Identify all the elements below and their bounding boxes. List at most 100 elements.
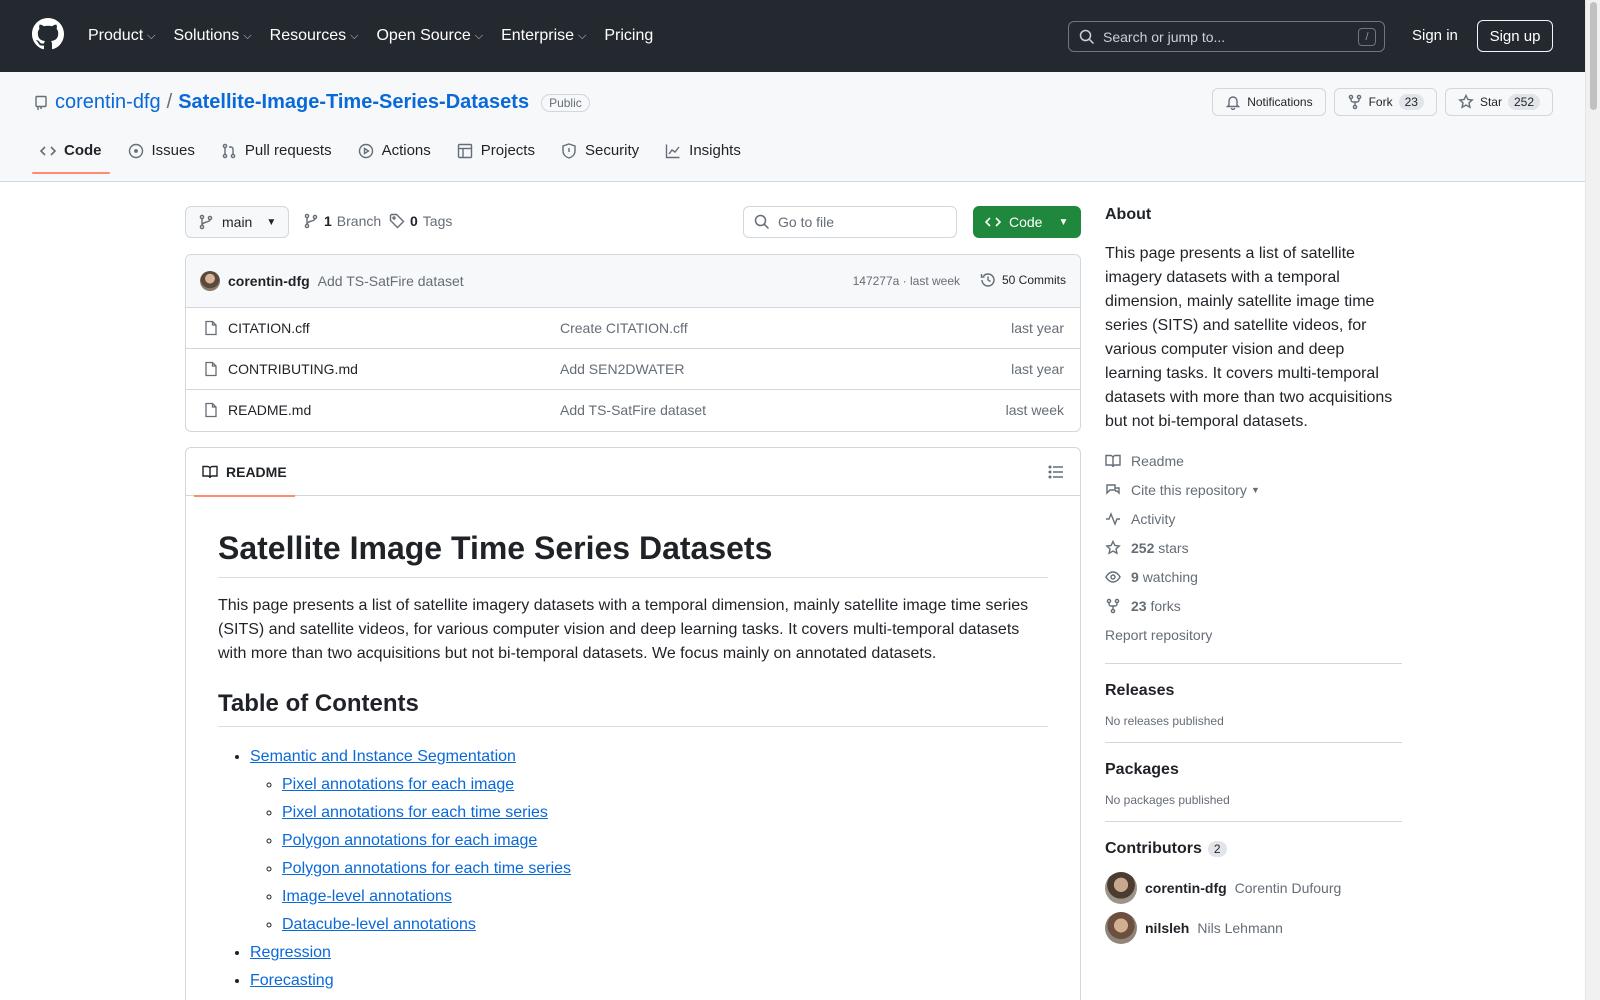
avatar[interactable] bbox=[200, 271, 220, 291]
tab-insights[interactable]: Insights bbox=[657, 142, 749, 171]
nav-solutions[interactable]: Solutions ⌵ bbox=[173, 27, 251, 45]
sign-in-link[interactable]: Sign in bbox=[1412, 27, 1458, 44]
tab-code[interactable]: Code bbox=[32, 142, 110, 174]
file-row[interactable]: CONTRIBUTING.md Add SEN2DWATER last year bbox=[186, 349, 1080, 390]
fork-button[interactable]: Fork 23 bbox=[1333, 88, 1437, 116]
activity-label: Activity bbox=[1131, 510, 1176, 527]
tab-issues[interactable]: Issues bbox=[120, 142, 203, 171]
search-input[interactable]: Search or jump to... / bbox=[1068, 21, 1385, 52]
file-commit-message[interactable]: Add TS-SatFire dataset bbox=[560, 402, 706, 418]
book-icon bbox=[202, 465, 218, 479]
releases-heading[interactable]: Releases bbox=[1105, 682, 1402, 700]
nav-product[interactable]: Product ⌵ bbox=[88, 27, 155, 45]
pull-request-icon bbox=[222, 143, 236, 158]
branch-select-button[interactable]: main ▼ bbox=[185, 206, 289, 238]
nav-open-source[interactable]: Open Source ⌵ bbox=[376, 27, 483, 45]
branch-bar: main ▼ 1 Branch 0 Tags Go to file Code ▼ bbox=[185, 206, 1082, 238]
contributors-count: 2 bbox=[1207, 841, 1227, 857]
commits-history-link[interactable]: 50 Commits bbox=[980, 272, 1066, 288]
chevron-down-icon: ⌵ bbox=[474, 29, 484, 42]
commit-author-link[interactable]: corentin-dfg bbox=[228, 273, 310, 289]
branch-word: Branch bbox=[336, 213, 382, 229]
forks-count: 23 bbox=[1131, 597, 1147, 614]
branches-link[interactable]: 1 Branch bbox=[303, 213, 381, 229]
packages-heading[interactable]: Packages bbox=[1105, 761, 1402, 779]
file-row[interactable]: CITATION.cff Create CITATION.cff last ye… bbox=[186, 308, 1080, 349]
graph-icon bbox=[665, 144, 680, 158]
page-scrollbar[interactable] bbox=[1585, 0, 1600, 1000]
go-to-file-input[interactable]: Go to file bbox=[743, 206, 957, 238]
table-icon bbox=[457, 143, 472, 158]
code-icon bbox=[985, 217, 1001, 227]
contributor-login[interactable]: nilsleh bbox=[1145, 920, 1189, 936]
toc-item: Forecasting bbox=[250, 967, 1048, 995]
commit-message-link[interactable]: Add TS-SatFire dataset bbox=[318, 273, 464, 289]
contributor-item[interactable]: corentin-dfg Corentin Dufourg bbox=[1105, 868, 1402, 908]
code-dropdown-button[interactable]: Code ▼ bbox=[973, 206, 1081, 238]
nav-enterprise[interactable]: Enterprise ⌵ bbox=[501, 27, 586, 45]
toc-link[interactable]: Datacube-level annotations bbox=[282, 916, 476, 933]
branch-icon bbox=[304, 213, 318, 229]
list-icon[interactable] bbox=[1048, 464, 1064, 480]
contributor-name: Nils Lehmann bbox=[1197, 920, 1283, 936]
sign-up-button[interactable]: Sign up bbox=[1477, 20, 1553, 52]
avatar[interactable] bbox=[1105, 912, 1137, 944]
stars-link[interactable]: 252 stars bbox=[1105, 533, 1402, 562]
file-name-link[interactable]: CONTRIBUTING.md bbox=[228, 361, 358, 377]
tab-pull-requests[interactable]: Pull requests bbox=[213, 142, 340, 171]
contributor-item[interactable]: nilsleh Nils Lehmann bbox=[1105, 908, 1402, 948]
repo-owner-link[interactable]: corentin-dfg bbox=[55, 91, 161, 114]
notifications-button[interactable]: Notifications bbox=[1212, 88, 1326, 116]
global-nav: Product ⌵ Solutions ⌵ Resources ⌵ Open Sour… bbox=[88, 0, 671, 72]
toc-link[interactable]: Pixel annotations for each time series bbox=[282, 804, 548, 821]
nav-label: Product bbox=[88, 27, 144, 44]
file-commit-time: last year bbox=[1011, 320, 1064, 336]
readme-link[interactable]: Readme bbox=[1105, 446, 1402, 475]
cite-link-label: Cite this repository bbox=[1131, 481, 1247, 498]
toc-link[interactable]: Semantic and Instance Segmentation bbox=[250, 748, 516, 765]
commit-meta[interactable]: 147277a · last week bbox=[853, 274, 960, 288]
tab-projects[interactable]: Projects bbox=[449, 142, 543, 171]
repo-header: corentin-dfg / Satellite-Image-Time-Seri… bbox=[0, 72, 1585, 182]
github-logo-icon[interactable] bbox=[32, 18, 64, 50]
toc-link[interactable]: Forecasting bbox=[250, 972, 334, 989]
readme-intro: This page presents a list of satellite i… bbox=[218, 597, 1029, 662]
repo-name-link[interactable]: Satellite-Image-Time-Series-Datasets bbox=[178, 91, 529, 114]
toc-link[interactable]: Regression bbox=[250, 944, 331, 961]
cite-repository-link[interactable]: Cite this repository ▼ bbox=[1105, 475, 1402, 504]
branch-icon bbox=[199, 214, 213, 230]
tab-label: Actions bbox=[381, 142, 431, 159]
tab-security[interactable]: Security bbox=[553, 142, 647, 171]
activity-link[interactable]: Activity bbox=[1105, 504, 1402, 533]
tags-link[interactable]: 0 Tags bbox=[389, 213, 452, 229]
file-name-link[interactable]: README.md bbox=[228, 402, 311, 418]
stars-word: stars bbox=[1158, 539, 1189, 556]
toc-link[interactable]: Polygon annotations for each time series bbox=[282, 860, 571, 877]
toc-subitem: Datacube-level annotations bbox=[282, 911, 1048, 939]
contributors-title: Contributors bbox=[1105, 840, 1202, 857]
report-repository-link[interactable]: Report repository bbox=[1105, 620, 1402, 649]
caret-down-icon: ▼ bbox=[1058, 216, 1069, 228]
toc-subitem: Image-level annotations bbox=[282, 883, 1048, 911]
nav-pricing[interactable]: Pricing bbox=[604, 27, 653, 45]
file-commit-message[interactable]: Add SEN2DWATER bbox=[560, 361, 684, 377]
toc-link[interactable]: Image-level annotations bbox=[282, 888, 452, 905]
file-row[interactable]: README.md Add TS-SatFire dataset last we… bbox=[186, 390, 1080, 431]
avatar[interactable] bbox=[1105, 872, 1137, 904]
tab-label: Pull requests bbox=[244, 142, 332, 159]
forks-link[interactable]: 23 forks bbox=[1105, 591, 1402, 620]
readme-tab[interactable]: README bbox=[194, 448, 295, 497]
file-commit-message[interactable]: Create CITATION.cff bbox=[560, 320, 688, 336]
tab-actions[interactable]: Actions bbox=[350, 142, 439, 171]
nav-resources[interactable]: Resources ⌵ bbox=[270, 27, 359, 45]
fork-label: Fork bbox=[1368, 95, 1393, 109]
contributors-heading[interactable]: Contributors 2 bbox=[1105, 840, 1402, 858]
file-name-link[interactable]: CITATION.cff bbox=[228, 320, 310, 336]
contributor-login[interactable]: corentin-dfg bbox=[1145, 880, 1227, 896]
watchers-link[interactable]: 9 watching bbox=[1105, 562, 1402, 591]
toc-link[interactable]: Pixel annotations for each image bbox=[282, 776, 514, 793]
eye-icon bbox=[1105, 570, 1121, 583]
star-button[interactable]: Star 252 bbox=[1444, 88, 1553, 116]
scrollbar-thumb[interactable] bbox=[1590, 2, 1597, 110]
toc-link[interactable]: Polygon annotations for each image bbox=[282, 832, 537, 849]
